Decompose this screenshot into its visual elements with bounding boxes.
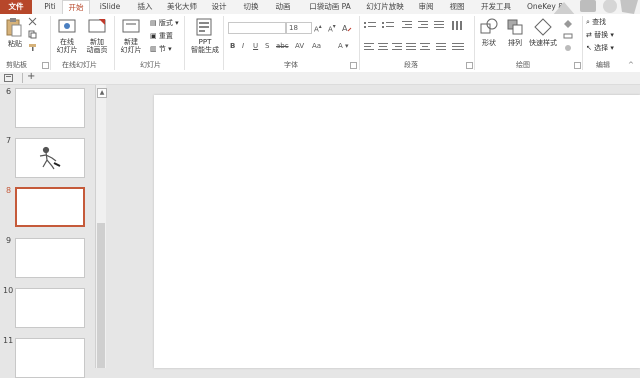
- font-grow-button[interactable]: A▴: [314, 23, 322, 33]
- tab-review[interactable]: 审阅: [415, 0, 437, 14]
- quick-style-icon[interactable]: [534, 18, 552, 36]
- slide-canvas[interactable]: [154, 95, 640, 368]
- figure-illustration-icon: [39, 146, 61, 170]
- slide-thumbnail-8[interactable]: [15, 187, 85, 227]
- char-spacing-button[interactable]: AV: [295, 42, 304, 50]
- tab-slideshow[interactable]: 幻灯片放映: [365, 0, 405, 14]
- quick-style-button[interactable]: 快速样式: [526, 39, 560, 47]
- font-launcher[interactable]: [350, 62, 357, 69]
- slide-editing-area: [107, 85, 640, 368]
- slide-number: 11: [3, 336, 14, 345]
- font-group-label: 字体: [284, 61, 298, 69]
- font-family-select[interactable]: [228, 22, 286, 34]
- shapes-icon[interactable]: [480, 18, 498, 36]
- collapse-ribbon-button[interactable]: ^: [628, 61, 634, 69]
- svg-text:A: A: [342, 24, 348, 32]
- online-slide-icon[interactable]: [58, 18, 76, 36]
- paragraph-align-tools-icon[interactable]: [364, 42, 468, 52]
- paste-button[interactable]: 粘贴: [4, 40, 26, 48]
- drawing-launcher[interactable]: [574, 62, 581, 69]
- new-animation-page-button[interactable]: 新加 动画页: [82, 38, 112, 54]
- slide-thumbnail-11[interactable]: [15, 338, 85, 378]
- section-icon[interactable]: [4, 74, 13, 82]
- select-button[interactable]: ↖ 选择 ▾: [586, 44, 614, 52]
- clipboard-launcher[interactable]: [42, 62, 49, 69]
- tab-beautify-master[interactable]: 美化大师: [164, 0, 200, 14]
- paragraph-launcher[interactable]: [466, 62, 473, 69]
- new-animation-page-icon[interactable]: [88, 18, 106, 36]
- editing-group-label: 编辑: [596, 61, 610, 69]
- arrange-icon[interactable]: [506, 18, 524, 36]
- slide-panel-toolbar: +: [0, 71, 640, 85]
- tab-file[interactable]: 文件: [0, 0, 32, 14]
- tab-home[interactable]: 开始: [62, 0, 90, 15]
- section-button[interactable]: ▥ 节 ▾: [150, 45, 172, 53]
- slide-number: 10: [3, 286, 14, 295]
- slides-group-label: 幻灯片: [140, 61, 161, 69]
- slide-thumbnail-9[interactable]: [15, 238, 85, 278]
- find-button[interactable]: ⌕ 查找: [586, 18, 606, 26]
- shape-fill-outline-effects-icon[interactable]: [562, 18, 574, 54]
- cut-icon[interactable]: [28, 17, 37, 26]
- tab-developer[interactable]: 开发工具: [478, 0, 514, 14]
- font-size-select[interactable]: 18: [286, 22, 312, 34]
- tab-pocket-animation[interactable]: 口袋动画 PA: [305, 0, 355, 14]
- italic-button[interactable]: I: [242, 42, 244, 50]
- tab-view[interactable]: 视图: [446, 0, 468, 14]
- tab-piti[interactable]: Piti: [40, 0, 60, 14]
- add-section-button[interactable]: +: [27, 71, 35, 82]
- paste-icon[interactable]: [6, 17, 22, 37]
- online-slides-group-label: 在线幻灯片: [62, 61, 97, 69]
- clipboard-group-label: 剪贴板: [6, 61, 27, 69]
- bold-button[interactable]: B: [230, 42, 235, 50]
- slide-thumbnail-6[interactable]: [15, 88, 85, 128]
- drawing-group-label: 绘图: [516, 61, 530, 69]
- tab-insert[interactable]: 插入: [134, 0, 156, 14]
- scrollbar-thumb[interactable]: [97, 223, 105, 368]
- paragraph-list-tools-icon[interactable]: [364, 20, 468, 32]
- slide-number: 7: [6, 136, 12, 145]
- thumbnail-scrollbar[interactable]: ▲: [95, 85, 107, 368]
- slide-number: 9: [6, 236, 12, 245]
- slide-thumbnail-panel: 6 7 8 9 10 11: [0, 85, 106, 378]
- tab-islide[interactable]: iSlide: [96, 0, 124, 14]
- tab-transition[interactable]: 切换: [240, 0, 262, 14]
- new-slide-icon[interactable]: [122, 18, 140, 36]
- ppt-generate-icon[interactable]: [196, 18, 212, 36]
- ppt-generate-button[interactable]: PPT 智能生成: [188, 38, 222, 54]
- clear-format-icon[interactable]: A: [342, 23, 352, 32]
- change-case-button[interactable]: Aa: [312, 42, 321, 50]
- ribbon-tab-bar: 文件 Piti 开始 iSlide 插入 美化大师 设计 切换 动画 口袋动画 …: [0, 0, 640, 16]
- tab-animation[interactable]: 动画: [272, 0, 294, 14]
- paragraph-group-label: 段落: [404, 61, 418, 69]
- underline-button[interactable]: U: [253, 42, 258, 50]
- new-slide-button[interactable]: 新建 幻灯片: [116, 38, 146, 54]
- online-slide-button[interactable]: 在线 幻灯片: [52, 38, 82, 54]
- replace-button[interactable]: ⇄ 替换 ▾: [586, 31, 614, 39]
- layout-button[interactable]: ▤ 版式 ▾: [150, 19, 179, 27]
- slide-number: 8: [6, 186, 12, 195]
- shadow-button[interactable]: S: [265, 42, 269, 50]
- reset-button[interactable]: ▣ 重置: [150, 32, 173, 40]
- font-color-button[interactable]: A ▾: [338, 42, 349, 50]
- ribbon: 粘贴 剪贴板 在线 幻灯片 新加 动画页 在线幻灯片 新建 幻灯片 ▤ 版式 ▾…: [0, 14, 640, 73]
- slide-thumbnail-7[interactable]: [15, 138, 85, 178]
- shapes-button[interactable]: 形状: [478, 39, 500, 47]
- slide-number: 6: [6, 87, 12, 96]
- font-shrink-button[interactable]: A▾: [328, 23, 336, 33]
- slide-thumbnail-10[interactable]: [15, 288, 85, 328]
- copy-icon[interactable]: [28, 30, 37, 39]
- format-painter-icon[interactable]: [28, 43, 37, 52]
- scroll-up-arrow-icon[interactable]: ▲: [97, 88, 107, 98]
- strikethrough-button[interactable]: abc: [276, 42, 289, 50]
- arrange-button[interactable]: 排列: [504, 39, 526, 47]
- tab-design[interactable]: 设计: [208, 0, 230, 14]
